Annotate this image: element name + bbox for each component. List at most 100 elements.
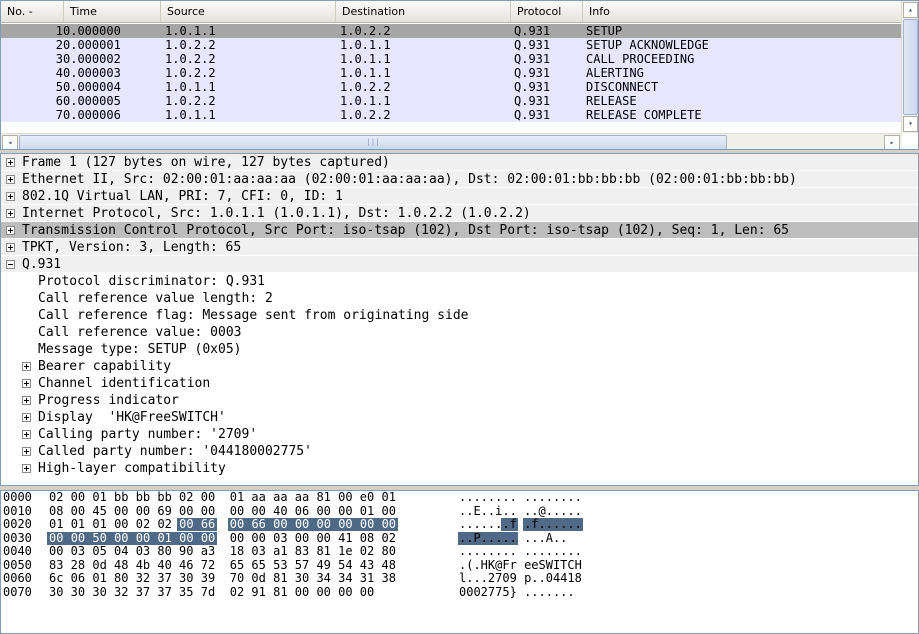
expand-plus-icon[interactable] <box>6 243 15 252</box>
protocol-tree-item[interactable]: Internet Protocol, Src: 1.0.1.1 (1.0.1.1… <box>1 205 918 222</box>
protocol-field-item[interactable]: Bearer capability <box>1 358 918 375</box>
packet-rows: 1 0.000000 1.0.1.1 1.0.2.2 Q.931 SETUP 2 0.0000… <box>1 24 902 122</box>
packet-row[interactable]: 2 0.000001 1.0.2.2 1.0.1.1 Q.931 SETUP ACKNOW… <box>1 38 902 52</box>
hex-ascii: ..@..... <box>524 503 582 518</box>
expand-plus-icon[interactable] <box>22 430 31 439</box>
column-header-source[interactable]: Source <box>161 1 336 22</box>
scroll-right-arrow-icon[interactable]: ▸ <box>884 135 900 149</box>
expand-plus-icon[interactable] <box>6 192 15 201</box>
expand-plus-icon[interactable] <box>6 226 15 235</box>
scroll-down-arrow-icon[interactable]: ▾ <box>903 116 918 132</box>
scroll-up-arrow-icon[interactable]: ▴ <box>903 2 918 18</box>
packet-source: 1.0.2.2 <box>165 52 216 66</box>
packet-list-horizontal-scrollbar[interactable]: ◂ ||| ▸ <box>1 133 902 149</box>
expand-plus-icon[interactable] <box>6 209 15 218</box>
protocol-field-item[interactable]: Display 'HK@FreeSWITCH' <box>1 409 918 426</box>
packet-destination: 1.0.2.2 <box>340 108 391 122</box>
hex-offset: 0030 <box>3 530 32 545</box>
protocol-field-item[interactable]: Call reference flag: Message sent from o… <box>1 307 918 324</box>
hex-offset: 0070 <box>3 584 32 599</box>
tree-item-label: Protocol discriminator: Q.931 <box>38 274 265 289</box>
hex-row: 0060 6c 06 01 80 32 37 30 39 l...2709 70 0d… <box>1 571 918 586</box>
protocol-field-item[interactable]: Calling party number: '2709' <box>1 426 918 443</box>
vertical-scroll-thumb[interactable] <box>903 19 918 115</box>
hex-row: 0020 01 01 01 00 02 02 00 66 .......f 00 66… <box>1 517 918 532</box>
packet-no: 4 <box>55 66 63 80</box>
protocol-field-item[interactable]: High-layer compatibility <box>1 460 918 477</box>
expand-plus-icon[interactable] <box>22 362 31 371</box>
hex-ascii: ........ <box>459 490 517 504</box>
hex-offset: 0050 <box>3 557 32 572</box>
hex-byte: 00 <box>229 517 252 531</box>
column-header-info[interactable]: Info <box>583 1 902 22</box>
column-header-time[interactable]: Time <box>64 1 161 22</box>
protocol-tree-item[interactable]: Q.931 <box>1 256 918 273</box>
column-header-no[interactable]: No. - <box>1 1 64 22</box>
hex-ascii: .f...... <box>524 517 582 531</box>
hex-byte: 00 <box>49 530 71 545</box>
expand-plus-icon[interactable] <box>6 158 15 167</box>
hex-byte: 00 <box>381 517 397 531</box>
hex-byte: 00 <box>338 517 360 531</box>
protocol-tree-item[interactable]: 802.1Q Virtual LAN, PRI: 7, CFI: 0, ID: … <box>1 188 918 205</box>
packet-info: SETUP <box>586 24 623 38</box>
hex-byte: 02 <box>157 517 180 531</box>
expand-plus-icon[interactable] <box>22 396 31 405</box>
hex-byte: 00 <box>316 517 339 531</box>
packet-bytes-pane[interactable]: 0000 02 00 01 bb bb bb 02 00........ 01 aa… <box>0 490 919 634</box>
expand-plus-icon[interactable] <box>22 464 31 473</box>
packet-list-pane[interactable]: No. - Time Source Destination Protocol I… <box>0 0 919 150</box>
expand-plus-icon[interactable] <box>22 413 31 422</box>
protocol-tree-item[interactable]: TPKT, Version: 3, Length: 65 <box>1 239 918 256</box>
hex-byte: 00 <box>359 517 382 531</box>
scroll-left-arrow-icon[interactable]: ◂ <box>2 135 18 149</box>
protocol-field-item[interactable]: Message type: SETUP (0x05) <box>1 341 918 358</box>
protocol-tree-item[interactable]: Ethernet II, Src: 02:00:01:aa:aa:aa (02:… <box>1 171 918 188</box>
packet-no: 7 <box>55 108 63 122</box>
hex-ascii: ........ <box>524 544 582 558</box>
packet-row[interactable]: 3 0.000002 1.0.2.2 1.0.1.1 Q.931 CALL PROCEED… <box>1 52 902 66</box>
expand-plus-icon[interactable] <box>6 175 15 184</box>
packet-row[interactable]: 7 0.000006 1.0.1.1 1.0.2.2 Q.931 RELEASE COMP… <box>1 108 902 122</box>
hex-ascii: .(.HK@Fr <box>459 557 517 572</box>
packet-destination: 1.0.1.1 <box>340 94 391 108</box>
protocol-field-item[interactable]: Progress indicator <box>1 392 918 409</box>
horizontal-scroll-thumb[interactable]: ||| <box>19 135 727 149</box>
protocol-field-item[interactable]: Channel identification <box>1 375 918 392</box>
hex-byte: 01 <box>157 530 180 545</box>
packet-row[interactable]: 4 0.000003 1.0.2.2 1.0.1.1 Q.931 ALERTING <box>1 66 902 80</box>
hex-byte: 01 <box>92 517 115 531</box>
packet-row[interactable]: 6 0.000005 1.0.2.2 1.0.1.1 Q.931 RELEASE <box>1 94 902 108</box>
expand-plus-icon[interactable] <box>22 379 31 388</box>
protocol-tree-item[interactable]: Frame 1 (127 bytes on wire, 127 bytes ca… <box>1 154 918 171</box>
packet-protocol: Q.931 <box>514 94 551 108</box>
packet-info: RELEASE COMPLETE <box>586 108 702 122</box>
hex-ascii: .......f <box>459 517 517 531</box>
tree-item-label: Transmission Control Protocol, Src Port:… <box>22 223 790 238</box>
hex-bytes-left: 30 30 30 32 37 37 35 7d <box>49 584 216 599</box>
expand-plus-icon[interactable] <box>22 447 31 456</box>
column-header-protocol[interactable]: Protocol <box>511 1 583 22</box>
protocol-field-item[interactable]: Called party number: '044180002775' <box>1 443 918 460</box>
packet-list-vertical-scrollbar[interactable]: ▴ ▾ <box>901 1 918 133</box>
hex-ascii: ..E..i.. <box>459 503 517 518</box>
packet-info: SETUP ACKNOWLEDGE <box>586 38 709 52</box>
protocol-tree-item[interactable]: Transmission Control Protocol, Src Port:… <box>1 222 918 239</box>
packet-no: 5 <box>55 80 63 94</box>
hex-row: 0070 30 30 30 32 37 37 35 7d 0002775} 02 91… <box>1 584 918 600</box>
protocol-field-item[interactable]: Call reference value length: 2 <box>1 290 918 307</box>
packet-source: 1.0.1.1 <box>165 24 216 38</box>
collapse-minus-icon[interactable] <box>6 260 15 269</box>
column-header-destination[interactable]: Destination <box>336 1 511 22</box>
hex-bytes-left: 00 00 50 00 00 01 00 00 <box>49 530 215 546</box>
packet-row[interactable]: 1 0.000000 1.0.1.1 1.0.2.2 Q.931 SETUP <box>1 24 902 38</box>
packet-destination: 1.0.1.1 <box>340 38 391 52</box>
hex-byte: 66 <box>200 517 216 531</box>
protocol-field-item[interactable]: Protocol discriminator: Q.931 <box>1 273 918 290</box>
tree-item-label: Display 'HK@FreeSWITCH' <box>38 410 226 425</box>
packet-details-pane[interactable]: Frame 1 (127 bytes on wire, 127 bytes ca… <box>0 153 919 486</box>
tree-item-label: Q.931 <box>22 257 62 272</box>
packet-row[interactable]: 5 0.000004 1.0.1.1 1.0.2.2 Q.931 DISCONNECT <box>1 80 902 94</box>
packet-time: 0.000006 <box>63 108 121 122</box>
protocol-field-item[interactable]: Call reference value: 0003 <box>1 324 918 341</box>
